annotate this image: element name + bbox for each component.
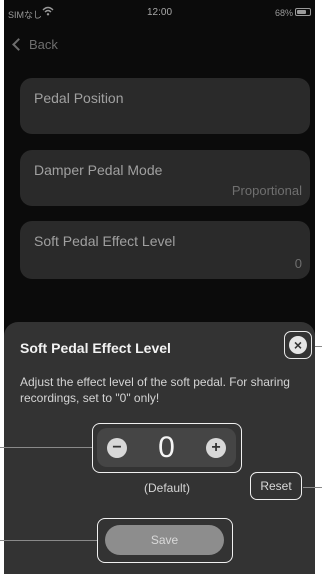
reset-button[interactable]: Reset	[250, 472, 302, 500]
close-button[interactable]: ×	[284, 331, 312, 359]
setting-soft-pedal-effect-level[interactable]: Soft Pedal Effect Level 0	[20, 221, 310, 279]
save-frame: Save	[97, 518, 233, 563]
chevron-left-icon	[12, 37, 25, 51]
bottom-sheet: Soft Pedal Effect Level × Adjust the eff…	[4, 322, 315, 574]
setting-title: Pedal Position	[34, 90, 124, 106]
sheet-title: Soft Pedal Effect Level	[20, 340, 171, 356]
clock: 12:00	[146, 7, 173, 18]
sheet-description: Adjust the effect level of the soft peda…	[20, 375, 290, 405]
callout-line	[315, 346, 322, 347]
close-icon: ×	[289, 336, 307, 354]
default-label: (Default)	[143, 481, 190, 495]
callout-line	[0, 447, 92, 448]
save-button[interactable]: Save	[105, 525, 224, 555]
callout-line	[0, 540, 97, 541]
status-bar: SIMなし 12:00 68%	[4, 0, 315, 26]
setting-pedal-position[interactable]: Pedal Position	[20, 78, 310, 134]
setting-damper-pedal-mode[interactable]: Damper Pedal Mode Proportional	[20, 150, 310, 206]
battery-icon	[295, 8, 311, 16]
plus-icon[interactable]: +	[206, 438, 226, 458]
setting-value: 0	[294, 256, 302, 271]
app-screen: SIMなし 12:00 68% Back Pedal Position Damp…	[4, 0, 315, 574]
callout-line	[303, 487, 322, 488]
back-button[interactable]: Back	[4, 30, 154, 58]
battery-percent: 68%	[274, 8, 293, 18]
setting-value: Proportional	[231, 183, 302, 198]
back-label: Back	[29, 36, 58, 52]
level-stepper: − 0 +	[92, 423, 242, 473]
setting-title: Soft Pedal Effect Level	[34, 233, 176, 249]
setting-title: Damper Pedal Mode	[34, 162, 163, 178]
stepper-pill: − 0 +	[97, 428, 236, 467]
